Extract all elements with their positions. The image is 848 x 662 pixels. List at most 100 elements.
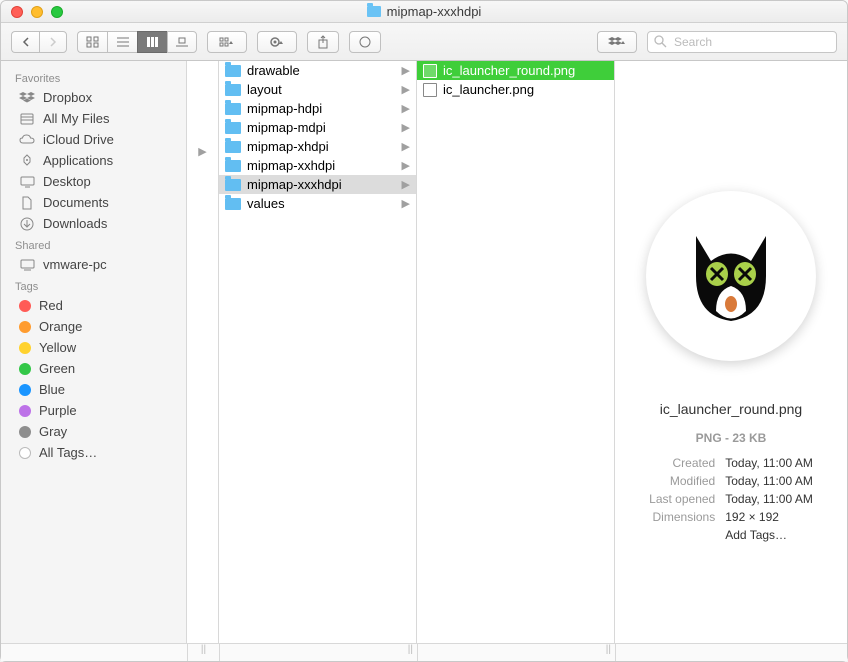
sidebar-item-desktop[interactable]: Desktop — [1, 171, 186, 192]
nav-buttons — [11, 31, 67, 53]
chevron-right-icon: ▶ — [402, 159, 410, 172]
tag-dot-icon — [19, 300, 31, 312]
meta-value: Today, 11:00 AM — [721, 455, 817, 471]
folder-icon — [225, 141, 241, 153]
column-view-button[interactable] — [137, 31, 167, 53]
folder-row[interactable]: mipmap-mdpi▶ — [219, 118, 416, 137]
list-view-button[interactable] — [107, 31, 137, 53]
meta-key: Modified — [645, 473, 719, 489]
zoom-window-button[interactable] — [51, 6, 63, 18]
sidebar-item-all-my-files[interactable]: All My Files — [1, 108, 186, 129]
share-button[interactable] — [307, 31, 339, 53]
tags-button[interactable] — [349, 31, 381, 53]
sidebar-header-tags: Tags — [1, 275, 186, 295]
column-resize-handle[interactable]: || — [219, 644, 417, 661]
icon-view-button[interactable] — [77, 31, 107, 53]
file-row-selected[interactable]: ic_launcher_round.png — [417, 61, 614, 80]
back-button[interactable] — [11, 31, 39, 53]
coverflow-view-button[interactable] — [167, 31, 197, 53]
sidebar-tag-red[interactable]: Red — [1, 295, 186, 316]
tag-dot-icon — [19, 384, 31, 396]
sidebar-tag-blue[interactable]: Blue — [1, 379, 186, 400]
sidebar-header-shared: Shared — [1, 234, 186, 254]
finder-window: mipmap-xxxhdpi Favorites Dropbox All My … — [0, 0, 848, 662]
arrange-button[interactable] — [207, 31, 247, 53]
sidebar-item-label: Desktop — [43, 174, 91, 189]
folder-name: mipmap-xxxhdpi — [247, 177, 342, 192]
dropbox-icon — [19, 91, 35, 105]
search-field-wrap — [647, 31, 837, 53]
folder-name: mipmap-xxhdpi — [247, 158, 335, 173]
column-files[interactable]: ic_launcher_round.png ic_launcher.png — [417, 61, 615, 643]
sidebar-item-vmware[interactable]: vmware-pc — [1, 254, 186, 275]
folder-name: mipmap-hdpi — [247, 101, 322, 116]
sidebar-item-applications[interactable]: Applications — [1, 150, 186, 171]
folder-row-selected[interactable]: mipmap-xxxhdpi ▶ — [219, 175, 416, 194]
folder-row[interactable]: values▶ — [219, 194, 416, 213]
close-window-button[interactable] — [11, 6, 23, 18]
column-resize-handle[interactable]: || — [187, 644, 219, 661]
action-button[interactable] — [257, 31, 297, 53]
folder-name: mipmap-mdpi — [247, 120, 326, 135]
add-tags-button[interactable]: Add Tags… — [721, 527, 817, 543]
sidebar-item-label: All My Files — [43, 111, 109, 126]
status-bar: || || || — [1, 643, 847, 661]
forward-button[interactable] — [39, 31, 67, 53]
sidebar-item-icloud[interactable]: iCloud Drive — [1, 129, 186, 150]
sidebar-tag-gray[interactable]: Gray — [1, 421, 186, 442]
chevron-right-icon: ▶ — [402, 102, 410, 115]
preview-filename: ic_launcher_round.png — [660, 401, 802, 417]
sidebar-tag-yellow[interactable]: Yellow — [1, 337, 186, 358]
applications-icon — [19, 154, 35, 168]
window-controls — [1, 6, 63, 18]
sidebar-item-label: Purple — [39, 403, 77, 418]
file-row[interactable]: ic_launcher.png — [417, 80, 614, 99]
meta-value: Today, 11:00 AM — [721, 491, 817, 507]
folder-row[interactable]: mipmap-hdpi ▶ — [219, 99, 416, 118]
chevron-right-icon: ▶ — [402, 178, 410, 191]
folder-name: layout — [247, 82, 282, 97]
preview-type-size: PNG - 23 KB — [696, 431, 767, 445]
column-resize-handle[interactable]: || — [417, 644, 615, 661]
sidebar-tag-purple[interactable]: Purple — [1, 400, 186, 421]
computer-icon — [19, 258, 35, 272]
meta-value: 192 × 192 — [721, 509, 817, 525]
sidebar-item-label: Red — [39, 298, 63, 313]
downloads-icon — [19, 217, 35, 231]
folder-row[interactable]: mipmap-xhdpi▶ — [219, 137, 416, 156]
cloud-icon — [19, 133, 35, 147]
window-title: mipmap-xxxhdpi — [1, 4, 847, 19]
folder-icon — [225, 198, 241, 210]
sidebar-item-label: Orange — [39, 319, 82, 334]
meta-key: Last opened — [645, 491, 719, 507]
image-file-icon — [423, 64, 437, 78]
column-parent[interactable]: ▶ — [187, 61, 219, 643]
sidebar-item-downloads[interactable]: Downloads — [1, 213, 186, 234]
sidebar-all-tags[interactable]: All Tags… — [1, 442, 186, 463]
all-files-icon — [19, 112, 35, 126]
chevron-right-icon: ▶ — [402, 83, 410, 96]
file-name: ic_launcher_round.png — [443, 63, 575, 78]
file-name: ic_launcher.png — [443, 82, 534, 97]
folder-icon — [225, 160, 241, 172]
folder-row[interactable]: drawable▶ — [219, 61, 416, 80]
sidebar-item-label: Gray — [39, 424, 67, 439]
sidebar-tag-orange[interactable]: Orange — [1, 316, 186, 337]
meta-key: Created — [645, 455, 719, 471]
dropbox-button[interactable] — [597, 31, 637, 53]
folder-row[interactable]: mipmap-xxhdpi ▶ — [219, 156, 416, 175]
minimize-window-button[interactable] — [31, 6, 43, 18]
meta-value: Today, 11:00 AM — [721, 473, 817, 489]
sidebar-item-dropbox[interactable]: Dropbox — [1, 87, 186, 108]
tag-dot-icon — [19, 405, 31, 417]
folder-row[interactable]: layout ▶ — [219, 80, 416, 99]
sidebar-item-label: All Tags… — [39, 445, 97, 460]
column-folders[interactable]: drawable▶ layout ▶ mipmap-hdpi ▶ mipmap-md… — [219, 61, 417, 643]
sidebar-item-documents[interactable]: Documents — [1, 192, 186, 213]
preview-image — [671, 216, 791, 336]
sidebar-tag-green[interactable]: Green — [1, 358, 186, 379]
view-mode-buttons — [77, 31, 197, 53]
search-input[interactable] — [647, 31, 837, 53]
documents-icon — [19, 196, 35, 210]
folder-icon — [225, 179, 241, 191]
